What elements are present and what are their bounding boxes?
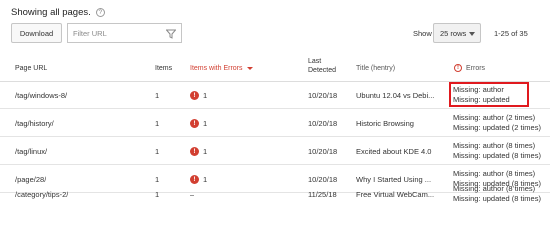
filter-url-field[interactable] xyxy=(67,23,182,43)
cell-items-with-errors: ! 1 xyxy=(190,109,207,137)
table-row[interactable]: /tag/history/ 1 ! 1 10/20/18 Historic Bro… xyxy=(0,109,550,137)
column-items-with-errors[interactable]: Items with Errors xyxy=(190,64,253,73)
cell-url[interactable]: /tag/linux/ xyxy=(15,137,47,165)
table-header: Page URL Items Items with Errors Last De… xyxy=(0,55,550,82)
column-errors-label: Errors xyxy=(466,65,486,72)
column-errors[interactable]: ! Errors xyxy=(454,64,485,73)
error-line: Missing: updated (8 times) xyxy=(453,194,541,203)
column-last-detected-line2: Detected xyxy=(308,67,337,74)
cell-items-with-errors: ! 1 xyxy=(190,137,207,165)
highlight-box xyxy=(449,82,529,107)
help-icon[interactable]: ? xyxy=(95,8,105,17)
error-icon: ! xyxy=(190,90,199,100)
column-title[interactable]: Title (hentry) xyxy=(356,64,395,73)
column-items[interactable]: Items xyxy=(155,64,172,73)
cell-title: Ubuntu 12.04 vs Debi... xyxy=(356,90,435,100)
column-last-detected-line1: Last xyxy=(308,58,322,65)
table-row[interactable]: /category/tips-2/ 1 – 11/25/18 Free Virt… xyxy=(0,180,550,208)
filter-icon[interactable] xyxy=(166,29,176,39)
table-row[interactable]: /tag/linux/ 1 ! 1 10/20/18 Excited about … xyxy=(0,137,550,165)
cell-items-with-errors: – xyxy=(190,189,195,199)
sort-desc-icon xyxy=(246,66,253,70)
column-page-url[interactable]: Page URL xyxy=(15,64,47,73)
error-line: Missing: author (2 times) xyxy=(453,113,536,122)
cell-url[interactable]: /tag/windows-8/ xyxy=(15,81,67,109)
cell-url[interactable]: /tag/history/ xyxy=(15,109,54,137)
cell-errors: Missing: author (8 times) Missing: updat… xyxy=(453,137,541,165)
cell-last-detected: 10/20/18 xyxy=(308,118,338,128)
cell-errors-count: 1 xyxy=(203,90,208,100)
cell-title: Free Virtual WebCam... xyxy=(356,189,435,199)
cell-items: 1 xyxy=(155,189,160,199)
error-icon: ! xyxy=(190,118,199,128)
cell-url[interactable]: /category/tips-2/ xyxy=(15,180,68,208)
rows-per-page-select[interactable]: 25 rows xyxy=(433,23,481,43)
cell-errors: Missing: author (8 times) Missing: updat… xyxy=(453,180,541,208)
page-header: Showing all pages. ? xyxy=(11,7,105,18)
error-line: Missing: updated (8 times) xyxy=(453,151,541,160)
page-title: Showing all pages. xyxy=(11,7,91,18)
error-line: Missing: author (8 times) xyxy=(453,141,536,150)
rows-per-page-value: 25 rows xyxy=(440,28,467,38)
cell-errors: Missing: author (2 times) Missing: updat… xyxy=(453,109,541,137)
error-icon: ! xyxy=(190,146,199,156)
cell-items-with-errors: ! 1 xyxy=(190,81,207,109)
caret-down-icon xyxy=(469,32,475,36)
column-items-with-errors-label: Items with Errors xyxy=(190,65,243,72)
cell-title: Excited about KDE 4.0 xyxy=(356,146,432,156)
filter-url-input[interactable] xyxy=(73,27,161,40)
column-last-detected[interactable]: Last Detected xyxy=(308,57,336,75)
error-line: Missing: author (8 times) xyxy=(453,169,536,178)
cell-last-detected: 10/20/18 xyxy=(308,90,338,100)
download-button[interactable]: Download xyxy=(11,23,62,43)
pagination-range: 1-25 of 35 xyxy=(494,29,528,38)
cell-errors-count: 1 xyxy=(203,146,208,156)
cell-errors-count: 1 xyxy=(203,118,208,128)
cell-last-detected: 10/20/18 xyxy=(308,146,338,156)
toolbar: Download Show 25 rows 1-25 of 35 xyxy=(11,23,550,43)
error-line: Missing: updated (2 times) xyxy=(453,123,541,132)
error-line: Missing: author (8 times) xyxy=(453,184,536,193)
show-label: Show xyxy=(413,29,432,38)
warning-icon: ! xyxy=(454,64,462,73)
cell-items: 1 xyxy=(155,90,160,100)
cell-items: 1 xyxy=(155,118,160,128)
cell-last-detected: 11/25/18 xyxy=(308,189,337,199)
cell-title: Historic Browsing xyxy=(356,118,414,128)
cell-items: 1 xyxy=(155,146,160,156)
